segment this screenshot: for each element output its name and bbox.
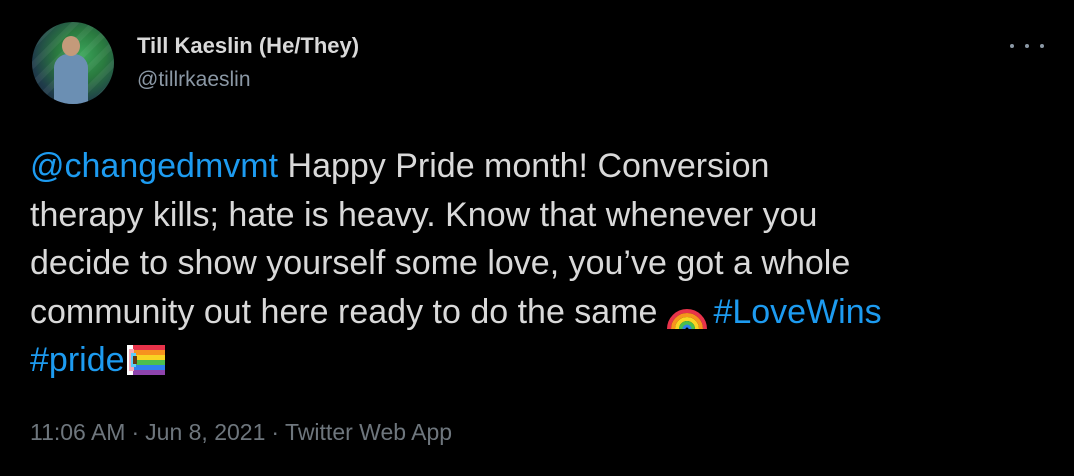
hashtag-pride-link[interactable]: #pride <box>30 341 125 379</box>
tweet-line-1: @changedmvmt Happy Pride month! Conversi… <box>30 142 1055 191</box>
more-dot <box>1040 44 1044 48</box>
mention-link[interactable]: @changedmvmt <box>30 147 278 185</box>
more-options-icon[interactable] <box>1010 38 1044 54</box>
tweet-text-segment: Happy Pride month! Conversion <box>278 147 770 185</box>
author-handle[interactable]: @tillrkaeslin <box>137 68 251 92</box>
tweet-line-5: #pride <box>30 336 1055 385</box>
tweet-line-3: decide to show yourself some love, you’v… <box>30 244 851 282</box>
hashtag-lovewins-link[interactable]: #LoveWins <box>713 293 881 331</box>
tweet-meta: 11:06 AM · Jun 8, 2021 · Twitter Web App <box>30 419 452 446</box>
tweet-date-link[interactable]: Jun 8, 2021 <box>145 419 265 445</box>
meta-separator: · <box>271 419 280 445</box>
avatar[interactable] <box>32 22 114 104</box>
tweet-time-link[interactable]: 11:06 AM <box>30 419 125 445</box>
tweet-text: @changedmvmt Happy Pride month! Conversi… <box>30 142 1055 385</box>
rainbow-icon <box>667 308 708 329</box>
tweet-line-2: therapy kills; hate is heavy. Know that … <box>30 195 818 234</box>
tweet-card: Till Kaeslin (He/They) @tillrkaeslin @ch… <box>0 0 1074 476</box>
tweet-line-4: community out here ready to do the same … <box>30 288 1055 337</box>
author-name[interactable]: Till Kaeslin (He/They) <box>137 33 359 59</box>
tweet-text-segment: community out here ready to do the same <box>30 292 658 331</box>
progress-pride-flag-icon <box>126 345 165 375</box>
avatar-person-head <box>62 36 80 56</box>
meta-separator: · <box>131 419 140 445</box>
more-dot <box>1010 44 1014 48</box>
more-dot <box>1025 44 1029 48</box>
avatar-person-body <box>54 54 88 104</box>
tweet-source: Twitter Web App <box>285 419 453 445</box>
